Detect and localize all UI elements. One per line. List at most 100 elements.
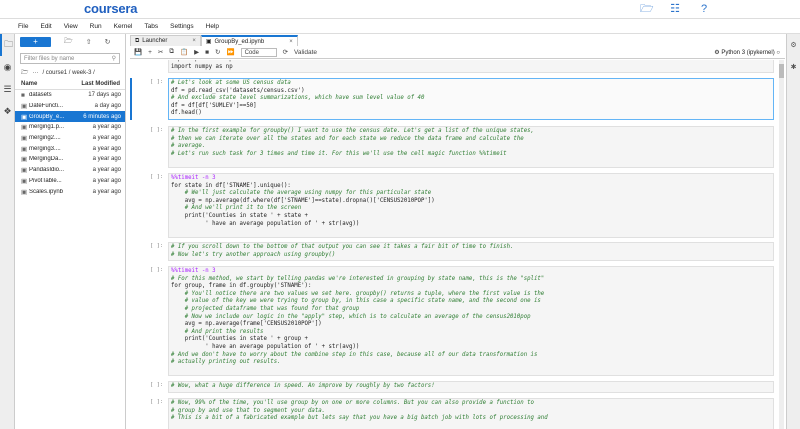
file-name: merging2.... (29, 135, 61, 142)
file-row[interactable]: ▣ PivotTable... a year ago (15, 176, 125, 187)
ellipsis-icon[interactable]: ··· (32, 70, 38, 76)
new-folder-icon[interactable]: 🗁 (64, 37, 73, 48)
folder-icon[interactable]: 🗁 (21, 68, 28, 78)
menu-file[interactable]: File (18, 23, 28, 30)
file-modified: 6 minutes ago (83, 113, 121, 120)
code-line: # value of the key we were trying to gro… (171, 298, 541, 305)
cell-input[interactable]: # In the first example for groupby() I w… (168, 126, 774, 168)
filter-input[interactable]: Filter files by name ⚲ (20, 53, 120, 64)
validate-button[interactable]: Validate (294, 49, 317, 56)
notes-icon[interactable]: ☷ (669, 3, 681, 15)
file-name: merging1.p... (29, 124, 65, 131)
validate-icon[interactable]: ⟳ (283, 48, 288, 56)
kernel-status[interactable]: ⚙ Python 3 (ipykernel) ○ (714, 49, 780, 56)
notebook-cell[interactable]: [ ]: %%timeit -n 3 # For this method, we s… (130, 266, 778, 377)
file-modified: a year ago (92, 135, 121, 142)
code-line: # Now we include our logic in the "apply… (171, 313, 531, 320)
cell-input[interactable]: # Let's look at some US census data df = … (168, 78, 774, 120)
menu-edit[interactable]: Edit (40, 23, 51, 30)
save-icon[interactable]: 💾 (134, 48, 142, 56)
scrollbar-thumb[interactable] (779, 64, 784, 78)
code-line: ' have an average population of ' + str(… (171, 343, 360, 350)
add-cell-icon[interactable]: + (148, 49, 152, 56)
copy-icon[interactable]: ⧉ (169, 48, 174, 56)
menu-help[interactable]: Help (206, 23, 219, 30)
file-row[interactable]: ▣ MergingDa... a year ago (15, 154, 125, 165)
cell-input[interactable]: # Now, 99% of the time, you'll use group… (168, 398, 774, 429)
right-sidebar: ⚙ ✱ (786, 34, 800, 429)
help-icon[interactable]: ? (698, 3, 710, 15)
file-name: GroupBy_e... (29, 113, 65, 120)
code-line: print('Counties in state ' + group + (171, 336, 308, 343)
file-name: merging3.... (29, 145, 61, 152)
cell-type-select[interactable]: Code (240, 47, 277, 57)
file-row[interactable]: ▣ merging3.... a year ago (15, 143, 125, 154)
commands-icon[interactable]: ☰ (0, 78, 15, 100)
menu-view[interactable]: View (64, 23, 78, 30)
extensions-icon[interactable]: ❖ (0, 100, 15, 122)
run-icon[interactable]: ▶ (194, 48, 199, 56)
active-cell-indicator (130, 78, 132, 120)
file-row[interactable]: ▣ Scales.ipynb a year ago (15, 186, 125, 197)
menu-run[interactable]: Run (90, 23, 102, 30)
paste-icon[interactable]: 📋 (180, 48, 188, 56)
notebook-cell[interactable]: import pandas as pdimport numpy as np (130, 60, 778, 74)
file-list-header: Name Last Modified (15, 79, 125, 90)
file-row[interactable]: ▣ GroupBy_e... 6 minutes ago (15, 111, 125, 123)
file-row[interactable]: ▣ PandasIdio... a year ago (15, 165, 125, 176)
file-name: MergingDa... (29, 156, 64, 163)
notebook-cell[interactable]: [ ]: # In the first example for groupby()… (130, 126, 778, 168)
tab-launcher[interactable]: ⧉ Launcher × (130, 35, 201, 46)
file-row[interactable]: ▣ merging1.p... a year ago (15, 122, 125, 133)
breadcrumb-path[interactable]: / course1 / week-3 / (42, 70, 94, 76)
code-line: # And exclude state level summarizations… (171, 95, 425, 102)
upload-icon[interactable]: ⇧ (86, 38, 92, 46)
breadcrumb: 🗁 ··· / course1 / week-3 / (15, 67, 125, 79)
notebook-cell[interactable]: [ ]: # Let's look at some US census data d… (130, 78, 778, 120)
property-inspector-icon[interactable]: ⚙ (787, 34, 800, 56)
fast-forward-icon[interactable]: ⏩ (226, 48, 234, 56)
cell-input[interactable]: # Wow, what a huge difference in speed. … (168, 381, 774, 393)
running-icon[interactable]: ◉ (0, 56, 15, 78)
cell-input[interactable]: %%timeit -n 3 # For this method, we start… (168, 266, 774, 377)
close-icon[interactable]: × (192, 38, 196, 44)
file-browser-icon[interactable]: 🗀 (0, 34, 15, 56)
notebook-icon: ▣ (21, 145, 28, 153)
cell-input[interactable]: import pandas as pdimport numpy as np (168, 60, 774, 74)
folder-icon[interactable]: 🗁 (640, 3, 654, 15)
modified-column-header[interactable]: Last Modified (81, 81, 120, 87)
menu-tabs[interactable]: Tabs (144, 23, 158, 30)
file-row[interactable]: ▣ merging2.... a year ago (15, 133, 125, 144)
tab-notebook[interactable]: ▣ GroupBy_ed.ipynb × (200, 35, 298, 46)
debugger-icon[interactable]: ✱ (787, 56, 800, 78)
code-line: # And we don't have to worry about the c… (171, 351, 538, 358)
new-launcher-button[interactable]: + (20, 37, 51, 47)
refresh-icon[interactable]: ↻ (105, 38, 111, 46)
cell-prompt: [ ]: (150, 127, 164, 133)
menu-kernel[interactable]: Kernel (114, 23, 133, 30)
file-modified: a year ago (92, 177, 121, 184)
tab-label: Launcher (142, 38, 168, 44)
code-line: # We'll just calculate the average using… (171, 190, 432, 197)
cell-input[interactable]: %%timeit -n 3 for state in df['STNAME'].u… (168, 173, 774, 238)
close-icon[interactable]: × (289, 39, 293, 45)
code-line: %%timeit -n 3 (171, 175, 216, 181)
filter-placeholder: Filter files by name (24, 55, 75, 62)
notebook-cell[interactable]: [ ]: # Wow, what a huge difference in spe… (130, 381, 778, 393)
name-column-header[interactable]: Name (21, 81, 37, 87)
notebook-toolbar: 💾 + ✂ ⧉ 📋 ▶ ■ ↻ ⏩ Code ⟳ Validate (130, 46, 785, 59)
cell-input[interactable]: # If you scroll down to the bottom of th… (168, 242, 774, 262)
menu-bar: File Edit View Run Kernel Tabs Settings Help (0, 20, 800, 34)
file-row[interactable]: ■ datasets 17 days ago (15, 90, 125, 101)
notebook-scrollbar[interactable] (779, 60, 784, 429)
code-line: df.head() (171, 110, 202, 117)
file-row[interactable]: ▣ DateFuncti... a day ago (15, 101, 125, 112)
notebook-cell[interactable]: [ ]: # If you scroll down to the bottom o… (130, 242, 778, 262)
menu-settings[interactable]: Settings (170, 23, 194, 30)
notebook-cell[interactable]: [ ]: # Now, 99% of the time, you'll use g… (130, 398, 778, 429)
stop-icon[interactable]: ■ (205, 49, 209, 56)
cut-icon[interactable]: ✂ (158, 48, 163, 56)
notebook-cell[interactable]: [ ]: %%timeit -n 3 for state in df['STNAME… (130, 173, 778, 238)
search-icon: ⚲ (111, 56, 116, 62)
restart-icon[interactable]: ↻ (215, 48, 220, 56)
